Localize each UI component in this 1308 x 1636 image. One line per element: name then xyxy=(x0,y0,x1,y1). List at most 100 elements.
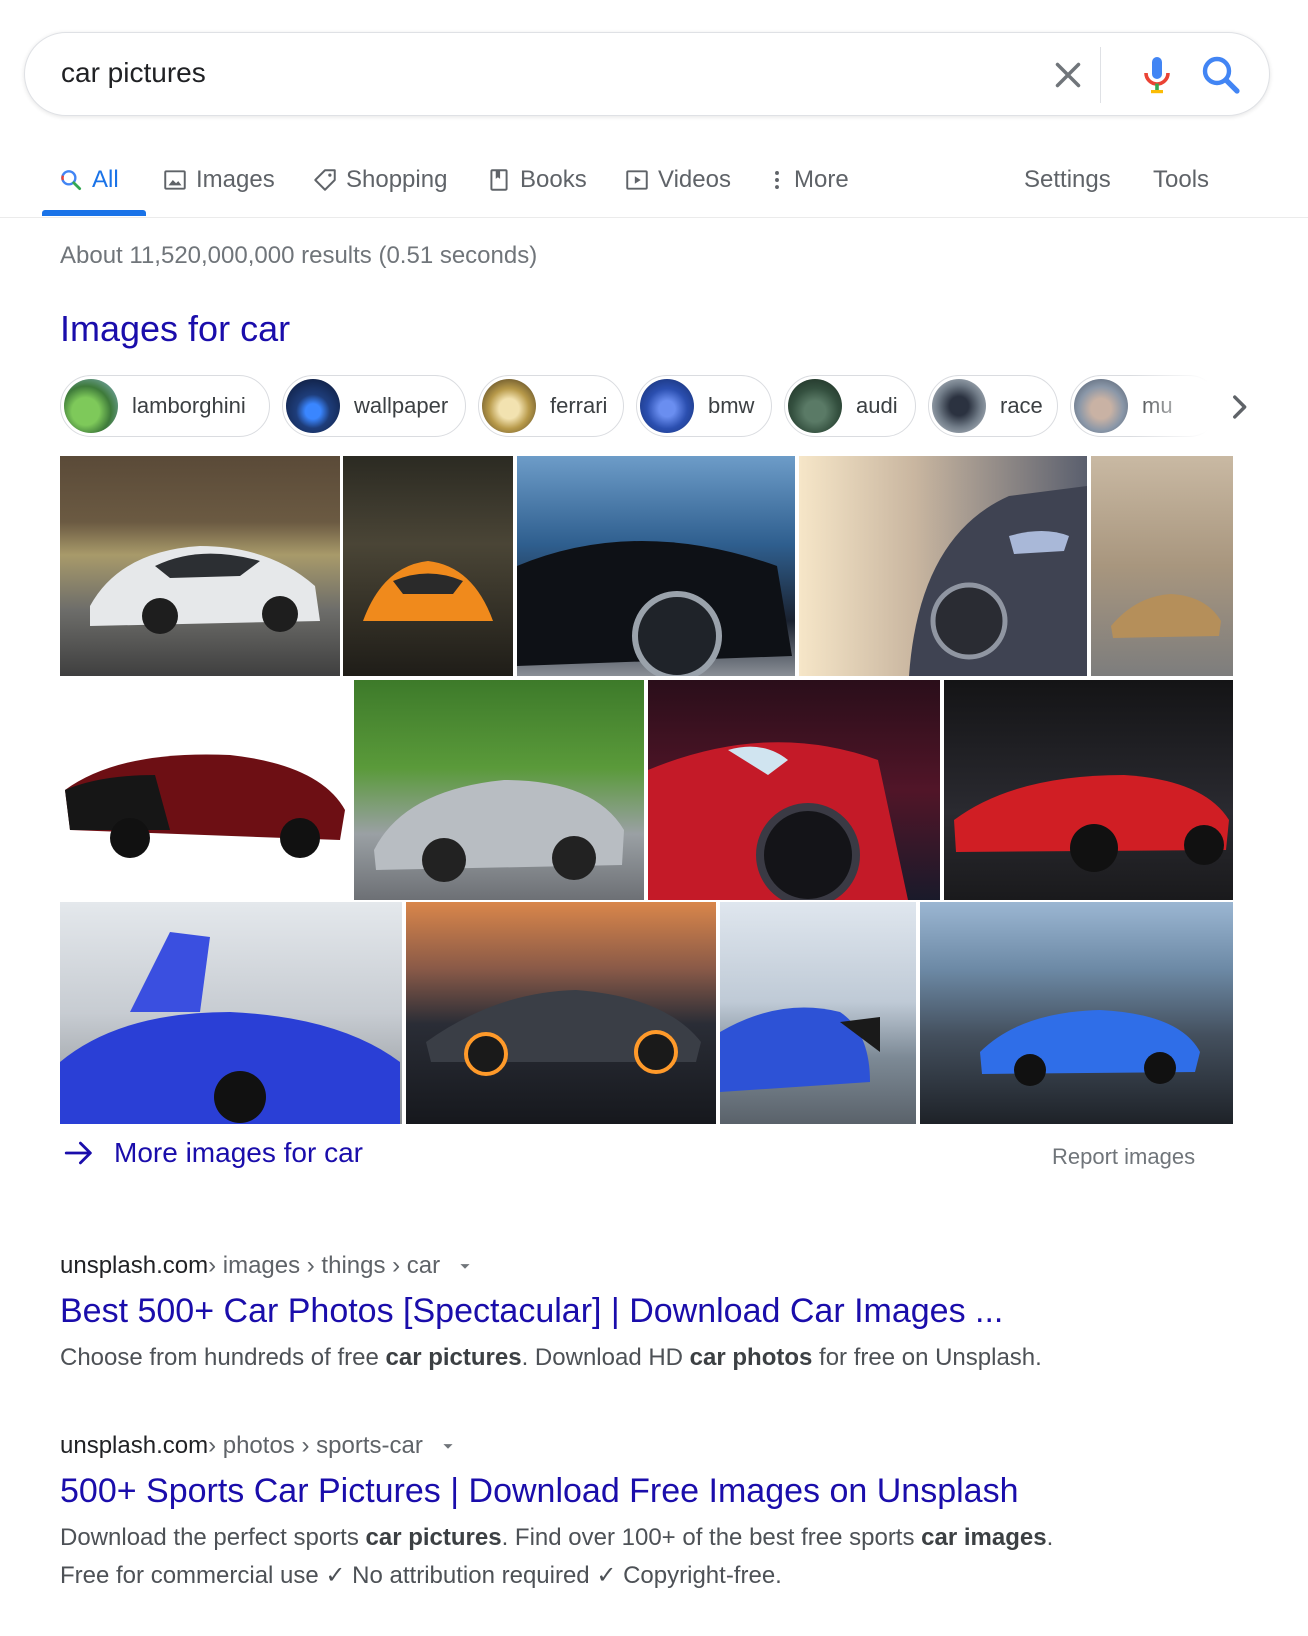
chip-audi[interactable]: audi xyxy=(784,375,916,437)
snippet-text: . Download HD xyxy=(521,1344,690,1371)
search-submit-icon[interactable] xyxy=(1197,51,1245,99)
caret-down-icon[interactable] xyxy=(454,1255,476,1277)
image-result[interactable] xyxy=(944,680,1233,900)
result-snippet: Download the perfect sports car pictures… xyxy=(60,1519,1180,1595)
result-breadcrumb[interactable]: unsplash.com › images › things › car xyxy=(60,1252,1180,1280)
arrow-right-icon xyxy=(64,1141,92,1165)
chip-label: ferrari xyxy=(550,393,608,418)
tab-label: All xyxy=(92,166,119,193)
car-photo xyxy=(426,990,701,1076)
tab-more[interactable]: More xyxy=(764,160,849,200)
car-photo xyxy=(980,1010,1200,1086)
image-result[interactable] xyxy=(60,902,402,1124)
tab-shopping[interactable]: Shopping xyxy=(312,160,447,200)
search-tabs: All Images Shopping Books Videos More Se… xyxy=(0,140,1308,218)
image-result[interactable] xyxy=(799,456,1087,676)
search-input[interactable]: car pictures xyxy=(61,57,206,89)
tab-books[interactable]: Books xyxy=(486,160,587,200)
car-photo xyxy=(517,541,792,676)
tab-videos[interactable]: Videos xyxy=(624,160,731,200)
image-result[interactable] xyxy=(354,680,644,900)
report-images-link[interactable]: Report images xyxy=(1052,1144,1195,1170)
search-bar[interactable]: car pictures xyxy=(24,32,1270,116)
snippet-keyword: car photos xyxy=(689,1344,813,1371)
tag-icon xyxy=(314,169,336,191)
chip-thumbnail xyxy=(482,379,536,433)
result-snippet: Choose from hundreds of free car picture… xyxy=(60,1339,1180,1377)
snippet-text: . xyxy=(1046,1524,1054,1551)
snippet-text: . Find over 100+ of the best free sports xyxy=(501,1524,922,1551)
car-photo xyxy=(90,546,320,634)
clear-icon[interactable] xyxy=(1047,54,1089,96)
image-result[interactable] xyxy=(1091,456,1233,676)
more-images-link[interactable]: More images for car xyxy=(62,1136,363,1170)
chip-bmw[interactable]: bmw xyxy=(636,375,772,437)
tab-label: Books xyxy=(520,166,587,193)
car-photo xyxy=(65,754,345,858)
car-photo xyxy=(1111,594,1221,638)
play-icon xyxy=(626,170,648,190)
tab-tools[interactable]: Tools xyxy=(1153,160,1209,200)
more-images-label: More images for car xyxy=(114,1137,363,1168)
caret-down-icon[interactable] xyxy=(437,1435,459,1457)
snippet-keyword: car images xyxy=(921,1524,1047,1551)
chip-race[interactable]: race xyxy=(928,375,1058,437)
chip-wallpaper[interactable]: wallpaper xyxy=(282,375,466,437)
image-result[interactable] xyxy=(343,456,513,676)
chevron-right-icon[interactable] xyxy=(1222,390,1256,424)
chip-label: audi xyxy=(856,393,898,418)
car-photo xyxy=(363,561,493,621)
snippet-text: Choose from hundreds of free xyxy=(60,1344,386,1371)
search-result: unsplash.com › images › things › car Bes… xyxy=(60,1252,1180,1377)
chip-label: race xyxy=(1000,393,1043,418)
image-result[interactable] xyxy=(920,902,1233,1124)
snippet-keyword: car pictures xyxy=(365,1524,502,1551)
car-photo xyxy=(720,1007,880,1092)
chip-label: bmw xyxy=(708,393,755,418)
tab-label: Videos xyxy=(658,166,731,193)
result-title[interactable]: 500+ Sports Car Pictures | Download Free… xyxy=(60,1472,1180,1511)
more-vert-icon xyxy=(775,171,779,189)
car-photo xyxy=(374,780,624,882)
image-result[interactable] xyxy=(406,902,716,1124)
search-result: unsplash.com › photos › sports-car 500+ … xyxy=(60,1432,1180,1595)
image-result[interactable] xyxy=(648,680,940,900)
result-title[interactable]: Best 500+ Car Photos [Spectacular] | Dow… xyxy=(60,1292,1180,1331)
active-tab-indicator xyxy=(42,210,146,216)
tab-label: Settings xyxy=(1024,166,1111,193)
image-result[interactable] xyxy=(60,456,340,676)
image-icon xyxy=(164,170,186,190)
chip-thumbnail xyxy=(286,379,340,433)
tab-images[interactable]: Images xyxy=(162,160,275,200)
image-result[interactable] xyxy=(517,456,795,676)
image-result[interactable] xyxy=(60,680,350,900)
chip-label: lamborghini xyxy=(132,393,246,418)
microphone-icon[interactable] xyxy=(1133,51,1181,99)
snippet-text: for free on Unsplash. xyxy=(812,1344,1042,1371)
chip-label: wallpaper xyxy=(354,393,449,418)
snippet-text: Free for commercial use ✓ No attribution… xyxy=(60,1562,782,1589)
image-refinement-chips: lamborghini wallpaper ferrari bmw audi r… xyxy=(60,375,1260,439)
chip-thumbnail xyxy=(1074,379,1128,433)
snippet-keyword: car pictures xyxy=(385,1344,522,1371)
chip-lamborghini[interactable]: lamborghini xyxy=(60,375,270,437)
result-path: › photos › sports-car xyxy=(208,1432,423,1459)
car-photo xyxy=(60,932,400,1124)
search-icon xyxy=(61,170,82,191)
tab-label: Shopping xyxy=(346,166,448,193)
snippet-text: Download the perfect sports xyxy=(60,1524,366,1551)
tab-label: More xyxy=(794,166,849,193)
images-section-heading[interactable]: Images for car xyxy=(60,308,290,350)
chip-thumbnail xyxy=(788,379,842,433)
tab-settings[interactable]: Settings xyxy=(1024,160,1111,200)
tab-all[interactable]: All xyxy=(58,160,119,200)
chip-ferrari[interactable]: ferrari xyxy=(478,375,624,437)
result-stats: About 11,520,000,000 results (0.51 secon… xyxy=(60,242,538,269)
image-result[interactable] xyxy=(720,902,916,1124)
book-icon xyxy=(490,169,508,191)
result-site: unsplash.com xyxy=(60,1432,209,1459)
chip-thumbnail xyxy=(640,379,694,433)
tab-label: Images xyxy=(196,166,275,193)
chip-thumbnail xyxy=(64,379,118,433)
result-breadcrumb[interactable]: unsplash.com › photos › sports-car xyxy=(60,1432,1180,1460)
